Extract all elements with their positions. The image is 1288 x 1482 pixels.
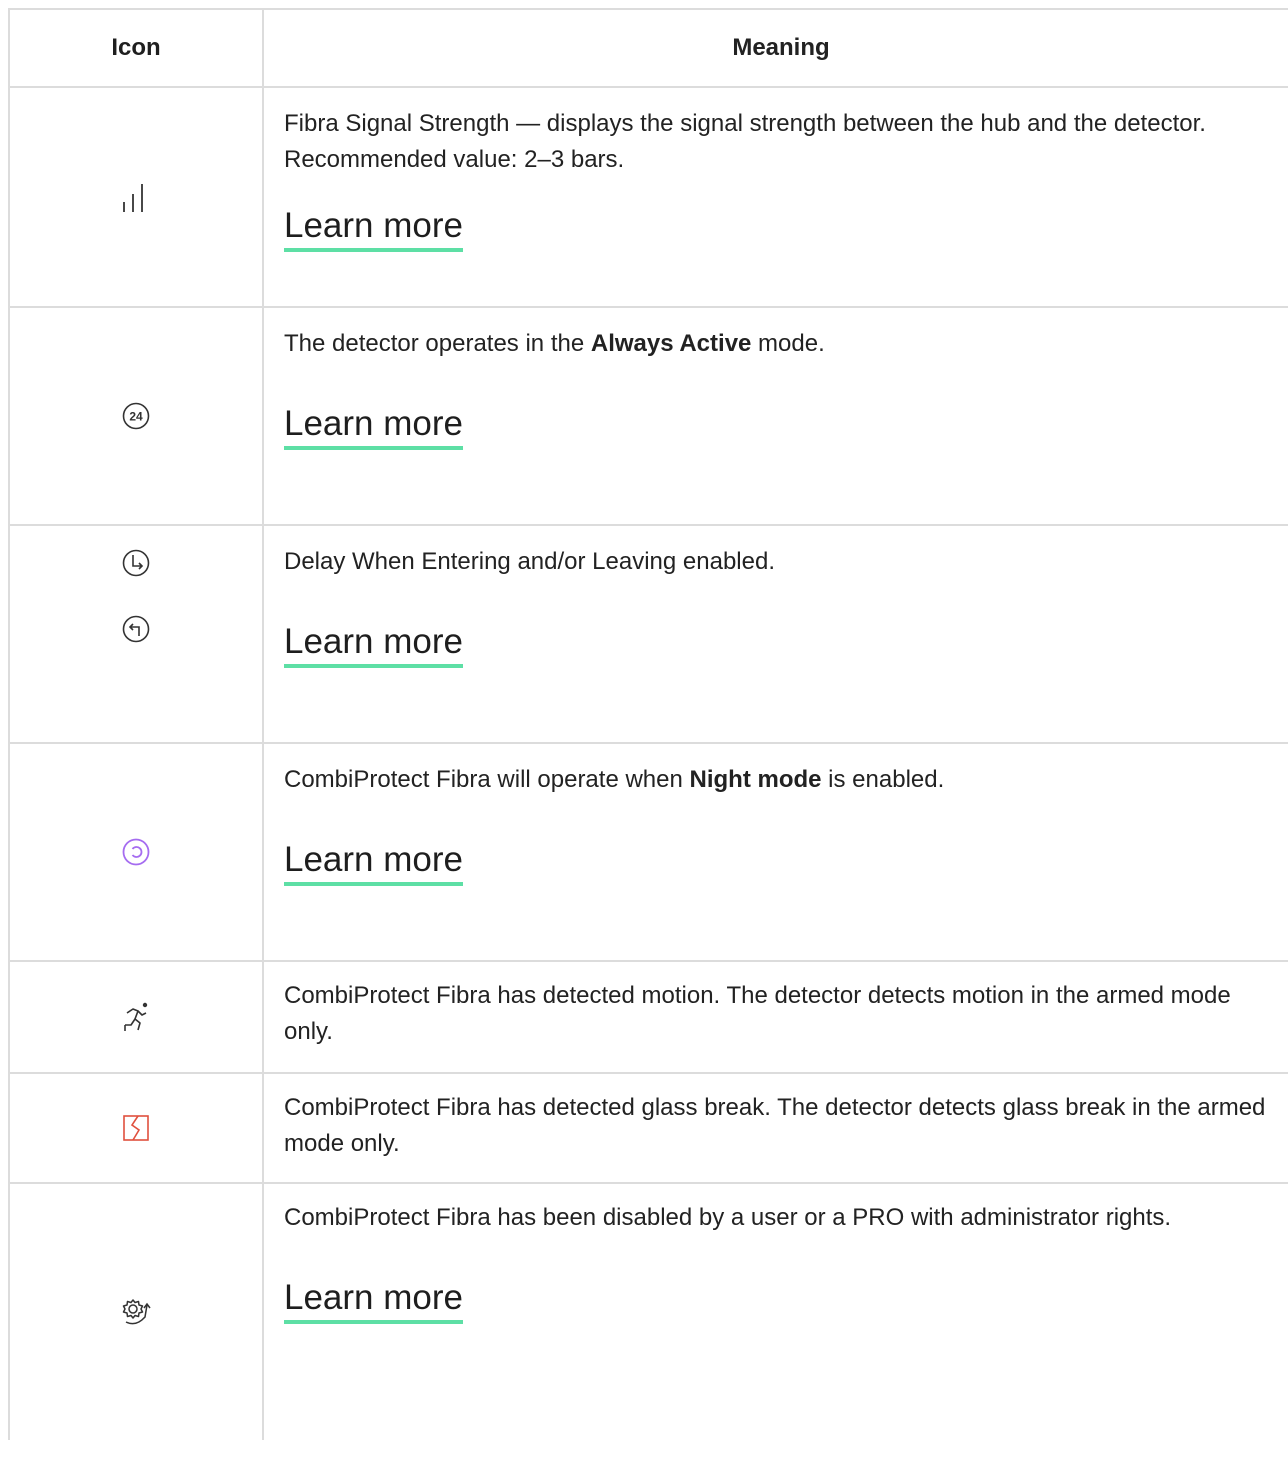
description: CombiProtect Fibra has detected motion. … — [284, 982, 1231, 1045]
always-active-icon: 24 — [121, 401, 151, 431]
always-active-icon-label: 24 — [129, 410, 143, 424]
icons-table: Icon Meaning Fibra Signal Strength — dis… — [8, 8, 1288, 1440]
header-icon: Icon — [8, 10, 264, 86]
table-row: CombiProtect Fibra has detected glass br… — [8, 1072, 1288, 1182]
motion-detected-icon — [121, 1001, 151, 1033]
table-row: Fibra Signal Strength — displays the sig… — [8, 86, 1288, 306]
mode-name: Night mode — [689, 766, 822, 793]
entry-delay-icon — [121, 548, 151, 578]
meaning-cell: Fibra Signal Strength — displays the sig… — [264, 88, 1288, 306]
meaning-cell: CombiProtect Fibra has detected motion. … — [264, 962, 1288, 1072]
meaning-cell: CombiProtect Fibra has been disabled by … — [264, 1184, 1288, 1440]
icon-cell — [8, 88, 264, 306]
night-mode-icon — [121, 837, 151, 867]
table-header: Icon Meaning — [8, 8, 1288, 86]
description: CombiProtect Fibra will operate when Nig… — [284, 762, 1278, 798]
learn-more-link[interactable]: Learn more — [284, 838, 463, 886]
table-row: CombiProtect Fibra has detected motion. … — [8, 960, 1288, 1072]
table-row: 24 The detector operates in the Always A… — [8, 306, 1288, 524]
table-row: CombiProtect Fibra will operate when Nig… — [8, 742, 1288, 960]
mode-name: Always Active — [590, 330, 752, 357]
learn-more-link[interactable]: Learn more — [284, 402, 463, 450]
glass-break-icon — [122, 1113, 150, 1143]
description: CombiProtect Fibra has been disabled by … — [284, 1204, 1172, 1231]
meaning-cell: CombiProtect Fibra will operate when Nig… — [264, 744, 1288, 960]
icon-cell — [8, 526, 264, 742]
icon-cell — [8, 962, 264, 1072]
meaning-cell: The detector operates in the Always Acti… — [264, 308, 1288, 524]
description: Fibra Signal Strength — displays the sig… — [284, 110, 1206, 173]
learn-more-link[interactable]: Learn more — [284, 204, 463, 252]
learn-more-link[interactable]: Learn more — [284, 620, 463, 668]
description-text: mode. — [751, 330, 825, 357]
description-text: CombiProtect Fibra will operate when — [284, 766, 690, 793]
meaning-cell: Delay When Entering and/or Leaving enabl… — [264, 526, 1288, 742]
table-row: Delay When Entering and/or Leaving enabl… — [8, 524, 1288, 742]
header-meaning: Meaning — [732, 34, 830, 61]
meaning-cell: CombiProtect Fibra has detected glass br… — [264, 1074, 1288, 1182]
icon-cell — [8, 1074, 264, 1182]
description: Delay When Entering and/or Leaving enabl… — [284, 548, 775, 575]
device-disabled-icon — [120, 1297, 152, 1327]
signal-strength-icon — [119, 180, 153, 214]
table-row: CombiProtect Fibra has been disabled by … — [8, 1182, 1288, 1440]
icon-cell — [8, 744, 264, 960]
icon-cell: 24 — [8, 308, 264, 524]
learn-more-link[interactable]: Learn more — [284, 1276, 463, 1324]
icon-cell — [8, 1184, 264, 1440]
exit-delay-icon — [121, 614, 151, 644]
description: CombiProtect Fibra has detected glass br… — [284, 1094, 1266, 1157]
description-text: The detector operates in the — [284, 330, 591, 357]
description: The detector operates in the Always Acti… — [284, 326, 1278, 362]
description-text: is enabled. — [821, 766, 945, 793]
